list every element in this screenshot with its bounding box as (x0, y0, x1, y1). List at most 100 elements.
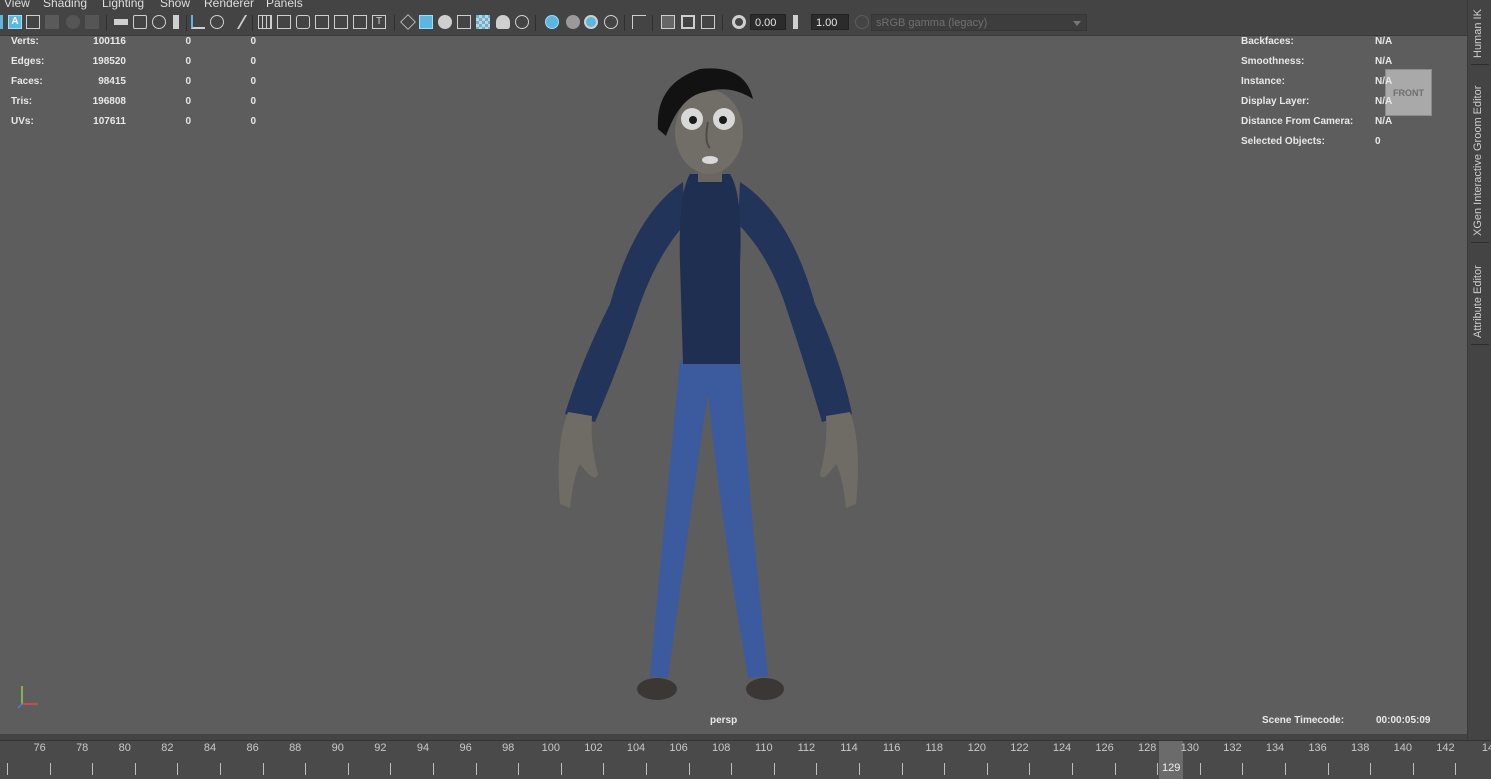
dolly-icon[interactable] (225, 15, 247, 29)
timeline-frame-label: 78 (76, 742, 88, 754)
timeline-frame-label: 130 (1181, 742, 1199, 754)
tab-divider (1471, 344, 1489, 345)
camera-icon[interactable] (133, 15, 147, 29)
toolbar-separator (252, 15, 253, 31)
character-model[interactable] (540, 64, 870, 714)
chevron-down-icon (1073, 21, 1081, 26)
film-gate-icon[interactable] (152, 15, 166, 29)
timeline-frame-label: 122 (1010, 742, 1028, 754)
camera-attributes-icon[interactable] (26, 15, 40, 29)
wireframe-icon[interactable] (400, 14, 416, 30)
view-2d-pan-icon[interactable] (85, 15, 99, 29)
hud-value: 0 (160, 76, 191, 87)
time-slider[interactable]: 129 476788082848688909294969810010210410… (0, 740, 1491, 779)
toolbar-separator (722, 15, 723, 31)
color-space-value: sRGB gamma (legacy) (876, 17, 987, 29)
xray-components-icon[interactable] (701, 15, 715, 29)
motion-blur-icon[interactable] (566, 15, 580, 29)
screen-space-ao-icon[interactable] (545, 15, 559, 29)
tab-human-ik[interactable]: Human IK (1472, 2, 1484, 58)
timeline-tick (433, 763, 434, 775)
default-material-icon[interactable] (438, 15, 452, 29)
image-plane-icon[interactable] (66, 15, 80, 29)
hud-value: 0 (160, 116, 191, 127)
timeline-tick (1328, 763, 1329, 775)
timeline-tick (390, 763, 391, 775)
color-management-icon[interactable] (855, 15, 869, 29)
timeline-tick (518, 763, 519, 775)
select-camera-icon[interactable]: A (8, 15, 22, 29)
exposure-field[interactable]: 0.00 (750, 14, 786, 30)
current-frame-marker[interactable]: 129 (1159, 741, 1183, 779)
grease-pencil-icon[interactable] (114, 19, 128, 27)
timeline-frame-label: 118 (925, 742, 943, 754)
grid-icon[interactable] (258, 15, 272, 29)
toolbar-separator (535, 15, 536, 31)
hud-label: Selected Objects: (1241, 136, 1325, 147)
axis-icon[interactable] (191, 15, 205, 29)
left-shoe (637, 678, 677, 700)
safe-action-icon[interactable] (353, 15, 367, 29)
hud-value: 0 (160, 36, 191, 47)
tab-attribute-editor[interactable]: Attribute Editor (1472, 252, 1484, 338)
timeline-frame-label: 114 (840, 742, 858, 754)
textured-icon[interactable] (476, 15, 490, 29)
film-gate-toggle-icon[interactable] (277, 15, 291, 29)
timeline-tick (731, 763, 732, 775)
menu-renderer[interactable]: Renderer (204, 0, 254, 10)
menu-show[interactable]: Show (160, 0, 190, 10)
track-icon[interactable] (210, 15, 224, 29)
exposure-icon[interactable] (732, 15, 746, 29)
isolate-select-icon[interactable] (632, 15, 646, 29)
timeline-frame-label: 96 (459, 742, 471, 754)
timeline-tick (1413, 763, 1414, 775)
resolution-gate-icon[interactable] (296, 15, 310, 29)
wireframe-on-shaded-icon[interactable] (457, 15, 471, 29)
menu-panels[interactable]: Panels (266, 0, 303, 10)
depth-of-field-icon[interactable] (604, 15, 618, 29)
timeline-frame-label: 126 (1095, 742, 1113, 754)
timeline-frame-label: 88 (289, 742, 301, 754)
timeline-frame-label: 142 (1436, 742, 1454, 754)
timeline-tick (859, 763, 860, 775)
timeline-tick (902, 763, 903, 775)
hud-value: 0 (225, 76, 256, 87)
safe-title-icon[interactable]: T (372, 15, 386, 29)
timeline-tick (689, 763, 690, 775)
left-pupil (689, 116, 697, 124)
hud-value: 107611 (70, 116, 126, 127)
bookmarks-icon[interactable] (45, 15, 59, 29)
timeline-frame-label: 120 (968, 742, 986, 754)
smooth-shade-icon[interactable] (419, 15, 433, 29)
field-chart-icon[interactable] (334, 15, 348, 29)
gate-mask-icon[interactable] (315, 15, 329, 29)
timeline-frame-label: 132 (1223, 742, 1241, 754)
hud-value: 0 (1375, 136, 1381, 147)
timeline-tick (816, 763, 817, 775)
timeline-tick (1115, 763, 1116, 775)
hud-value: 98415 (70, 76, 126, 87)
shadows-icon[interactable] (515, 15, 529, 29)
timeline-frame-label: 108 (712, 742, 730, 754)
menu-shading[interactable]: Shading (43, 0, 87, 10)
timeline-tick (476, 763, 477, 775)
anti-aliasing-icon[interactable] (584, 15, 598, 29)
xray-joints-icon[interactable] (681, 15, 695, 29)
timeline-frame-label: 76 (33, 742, 45, 754)
timeline-frame-label: 140 (1394, 742, 1412, 754)
timeline-tick (774, 763, 775, 775)
timeline-tick (603, 763, 604, 775)
menu-lighting[interactable]: Lighting (102, 0, 144, 10)
menu-view[interactable]: View (4, 0, 30, 10)
tab-xgen-groom-editor[interactable]: XGen Interactive Groom Editor (1472, 72, 1484, 236)
gamma-field[interactable]: 1.00 (811, 14, 849, 30)
panel-edge-icon (0, 15, 3, 29)
color-space-dropdown[interactable]: sRGB gamma (legacy) (871, 14, 1087, 31)
timeline-tick (1200, 763, 1201, 775)
hud-label: Distance From Camera: (1241, 116, 1353, 127)
lights-icon[interactable] (496, 15, 510, 29)
3d-viewport[interactable]: Verts: 100116 0 0 Edges: 198520 0 0 Face… (0, 36, 1467, 734)
bookmark-icon[interactable] (173, 15, 179, 29)
gamma-icon[interactable] (793, 15, 801, 29)
xray-icon[interactable] (661, 15, 675, 29)
